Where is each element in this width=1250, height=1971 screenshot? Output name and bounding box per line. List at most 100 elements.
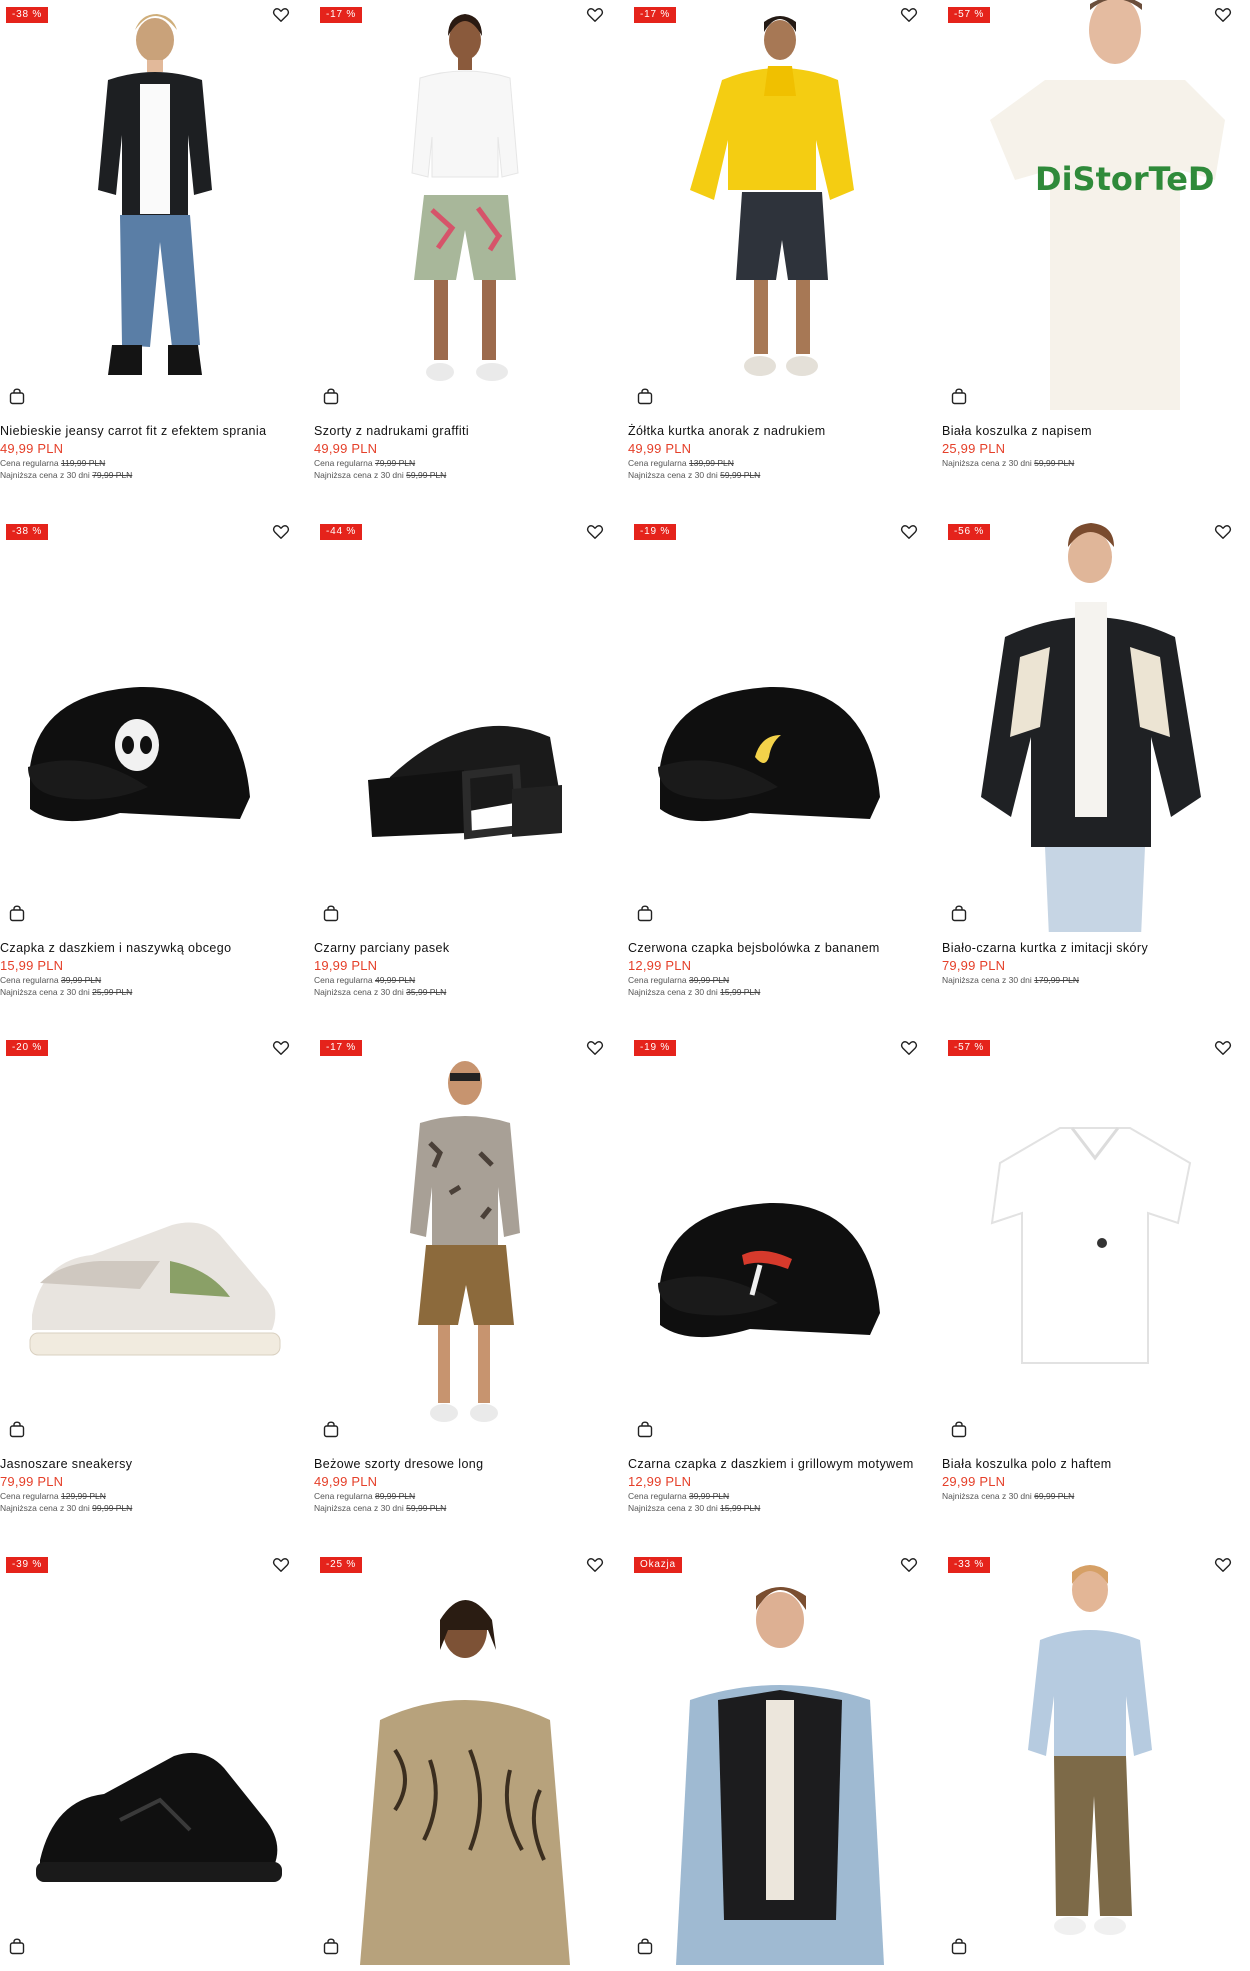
product-image[interactable]: -39 % — [0, 1550, 300, 1965]
product-image[interactable]: -25 % — [314, 1550, 614, 1965]
shopping-bag-icon[interactable] — [637, 905, 653, 922]
shopping-bag-icon[interactable] — [9, 1938, 25, 1955]
product-price: 12,99 PLN — [628, 958, 692, 973]
regular-price-value: 79,99 PLN — [374, 458, 416, 468]
product-card[interactable]: -20 % Jasnoszare sneakersy 79,99 PLN Cen… — [0, 1033, 300, 1533]
product-image[interactable]: -38 % — [0, 0, 300, 415]
product-image[interactable]: -17 % — [314, 1033, 614, 1448]
product-card[interactable]: -19 % Czarna czapka z daszkiem i grillow… — [628, 1033, 928, 1533]
shopping-bag-icon[interactable] — [951, 388, 967, 405]
product-image[interactable]: -38 % — [0, 517, 300, 932]
product-card[interactable]: -33 % — [942, 1550, 1242, 1971]
shopping-bag-icon[interactable] — [323, 388, 339, 405]
discount-badge: -56 % — [948, 524, 991, 540]
product-name[interactable]: Szorty z nadrukami graffiti — [314, 424, 614, 439]
regular-price-line: Cena regularna 79,99 PLN — [314, 457, 614, 469]
product-image[interactable]: -44 % — [314, 517, 614, 932]
product-image[interactable]: -17 % — [314, 0, 614, 415]
lowest-price-line: Najniższa cena z 30 dni 59,99 PLN — [942, 457, 1242, 469]
product-name[interactable]: Czarna czapka z daszkiem i grillowym mot… — [628, 1457, 928, 1472]
product-info: Czapka z daszkiem i naszywką obcego 15,9… — [0, 941, 300, 998]
product-card[interactable]: DiStorTeD -57 % Biała koszulka z napisem… — [942, 0, 1242, 500]
product-image[interactable]: -17 % — [628, 0, 928, 415]
product-name[interactable]: Biała koszulka polo z haftem — [942, 1457, 1242, 1472]
product-name[interactable]: Czapka z daszkiem i naszywką obcego — [0, 941, 300, 956]
shopping-bag-icon[interactable] — [9, 905, 25, 922]
heart-outline-icon[interactable] — [1214, 1039, 1232, 1057]
product-info: Beżowe szorty dresowe long 49,99 PLN Cen… — [314, 1457, 614, 1514]
heart-outline-icon[interactable] — [900, 523, 918, 541]
shopping-bag-icon[interactable] — [323, 905, 339, 922]
product-card[interactable]: -56 % Biało-czarna kurtka z imitacji skó… — [942, 517, 1242, 1017]
shopping-bag-icon[interactable] — [951, 1421, 967, 1438]
shopping-bag-icon[interactable] — [951, 1938, 967, 1955]
heart-outline-icon[interactable] — [272, 1039, 290, 1057]
heart-outline-icon[interactable] — [272, 523, 290, 541]
product-image[interactable]: -19 % — [628, 1033, 928, 1448]
product-name[interactable]: Jasnoszare sneakersy — [0, 1457, 300, 1472]
product-card[interactable]: -19 % Czerwona czapka bejsbolówka z bana… — [628, 517, 928, 1017]
product-image[interactable]: -57 % — [942, 1033, 1242, 1448]
product-image[interactable]: Okazja — [628, 1550, 928, 1965]
heart-outline-icon[interactable] — [1214, 523, 1232, 541]
product-card[interactable]: Okazja — [628, 1550, 928, 1971]
lowest-price-value: 59,99 PLN — [720, 470, 761, 480]
product-image[interactable]: DiStorTeD -57 % — [942, 0, 1242, 415]
discount-badge: -57 % — [948, 1040, 991, 1056]
product-price: 29,99 PLN — [942, 1474, 1006, 1489]
heart-outline-icon[interactable] — [272, 6, 290, 24]
svg-text:DiStorTeD: DiStorTeD — [1035, 160, 1214, 198]
product-price: 49,99 PLN — [314, 441, 378, 456]
heart-outline-icon[interactable] — [900, 6, 918, 24]
product-card[interactable]: -57 % Biała koszulka polo z haftem 29,99… — [942, 1033, 1242, 1533]
lowest-price-line: Najniższa cena z 30 dni 59,99 PLN — [314, 469, 614, 481]
lowest-price-line: Najniższa cena z 30 dni 35,99 PLN — [314, 986, 614, 998]
shopping-bag-icon[interactable] — [951, 905, 967, 922]
product-image[interactable]: -56 % — [942, 517, 1242, 932]
shopping-bag-icon[interactable] — [637, 388, 653, 405]
heart-outline-icon[interactable] — [586, 6, 604, 24]
product-name[interactable]: Beżowe szorty dresowe long — [314, 1457, 614, 1472]
regular-price-value: 119,99 PLN — [60, 458, 106, 468]
shopping-bag-icon[interactable] — [637, 1938, 653, 1955]
shopping-bag-icon[interactable] — [637, 1421, 653, 1438]
product-info: Żółtka kurtka anorak z nadrukiem 49,99 P… — [628, 424, 928, 481]
heart-outline-icon[interactable] — [900, 1039, 918, 1057]
product-image[interactable]: -19 % — [628, 517, 928, 932]
product-name[interactable]: Czerwona czapka bejsbolówka z bananem — [628, 941, 928, 956]
regular-price-line: Cena regularna 129,99 PLN — [0, 1490, 300, 1502]
product-name[interactable]: Niebieskie jeansy carrot fit z efektem s… — [0, 424, 300, 439]
product-card[interactable]: -17 % Żółtka kurtka anorak z nadrukiem 4… — [628, 0, 928, 500]
product-card[interactable]: -44 % Czarny parciany pasek 19,99 PLN Ce… — [314, 517, 614, 1017]
shopping-bag-icon[interactable] — [9, 1421, 25, 1438]
heart-outline-icon[interactable] — [1214, 1556, 1232, 1574]
heart-outline-icon[interactable] — [586, 523, 604, 541]
lowest-price-value: 69,99 PLN — [1034, 1491, 1075, 1501]
product-card[interactable]: -39 % — [0, 1550, 300, 1971]
shopping-bag-icon[interactable] — [323, 1421, 339, 1438]
heart-outline-icon[interactable] — [586, 1039, 604, 1057]
product-name[interactable]: Żółtka kurtka anorak z nadrukiem — [628, 424, 928, 439]
regular-price-label: Cena regularna — [628, 1491, 687, 1501]
heart-outline-icon[interactable] — [586, 1556, 604, 1574]
product-name[interactable]: Czarny parciany pasek — [314, 941, 614, 956]
product-card[interactable]: -17 % Beżowe szorty dresowe long 49,99 P… — [314, 1033, 614, 1533]
lowest-price-value: 59,99 PLN — [406, 470, 447, 480]
product-card[interactable]: -25 % — [314, 1550, 614, 1971]
product-illustration — [411, 14, 519, 381]
product-image[interactable]: -33 % — [942, 1550, 1242, 1965]
product-image[interactable]: -20 % — [0, 1033, 300, 1448]
product-card[interactable]: -38 % Czapka z daszkiem i naszywką obceg… — [0, 517, 300, 1017]
heart-outline-icon[interactable] — [272, 1556, 290, 1574]
product-card[interactable]: -38 % Niebieskie jeansy carrot fit z efe… — [0, 0, 300, 500]
heart-outline-icon[interactable] — [1214, 6, 1232, 24]
product-name[interactable]: Biała koszulka z napisem — [942, 424, 1242, 439]
shopping-bag-icon[interactable] — [9, 388, 25, 405]
shopping-bag-icon[interactable] — [323, 1938, 339, 1955]
product-name[interactable]: Biało-czarna kurtka z imitacji skóry — [942, 941, 1242, 956]
product-card[interactable]: -17 % Szorty z nadrukami graffiti 49,99 … — [314, 0, 614, 500]
product-info: Szorty z nadrukami graffiti 49,99 PLN Ce… — [314, 424, 614, 481]
product-info: Biała koszulka z napisem 25,99 PLN Najni… — [942, 424, 1242, 469]
heart-outline-icon[interactable] — [900, 1556, 918, 1574]
product-illustration — [658, 686, 880, 822]
